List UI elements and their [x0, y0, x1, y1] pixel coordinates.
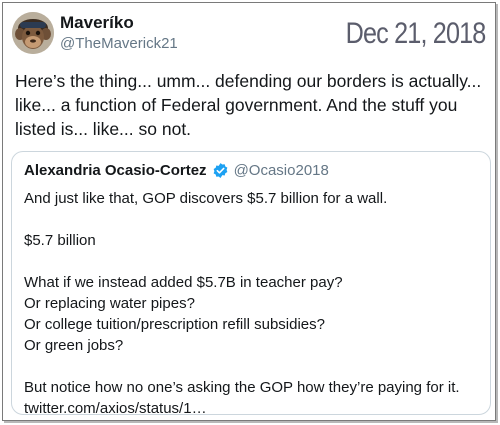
quoted-author-name[interactable]: Alexandria Ocasio-Cortez	[24, 162, 207, 179]
author-handle[interactable]: @TheMaverick21	[60, 35, 178, 52]
avatar-image	[12, 12, 54, 54]
quote-line: What if we instead added $5.7B in teache…	[24, 274, 343, 291]
quoted-tweet-body: And just like that, GOP discovers $5.7 b…	[24, 188, 484, 419]
quote-line: And just like that, GOP discovers $5.7 b…	[24, 190, 388, 207]
quote-line: Or college tuition/prescription refill s…	[24, 316, 325, 333]
verified-badge-icon	[212, 162, 229, 179]
tweet-text: Here’s the thing... umm... defending our…	[15, 71, 482, 139]
quote-line: $5.7 billion	[24, 232, 96, 249]
quoted-tweet-header: Alexandria Ocasio-Cortez @Ocasio2018	[24, 162, 329, 179]
quoted-link[interactable]: twitter.com/axios/status/1…	[24, 398, 484, 419]
quoted-tweet-card[interactable]: Alexandria Ocasio-Cortez @Ocasio2018 And…	[11, 151, 491, 417]
quoted-author-handle[interactable]: @Ocasio2018	[234, 162, 329, 179]
date-stamp: Dec 21, 2018	[345, 17, 486, 50]
author-display-name[interactable]: Maveríko	[60, 13, 134, 33]
tweet-card: Maveríko @TheMaverick21 Dec 21, 2018 Her…	[2, 2, 496, 421]
quote-line: Or replacing water pipes?	[24, 295, 195, 312]
monkey-avatar[interactable]	[12, 12, 54, 54]
quote-line: But notice how no one’s asking the GOP h…	[24, 379, 460, 396]
quote-line: Or green jobs?	[24, 337, 124, 354]
